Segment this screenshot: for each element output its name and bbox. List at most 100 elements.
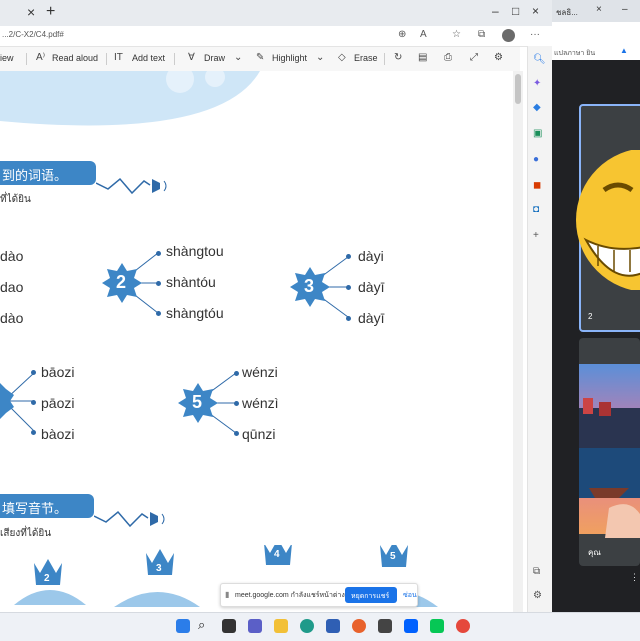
section-title: 到的词语。 bbox=[2, 168, 68, 183]
pinyin-option[interactable]: wénzì bbox=[242, 395, 279, 411]
close-window-icon[interactable]: × bbox=[532, 4, 539, 18]
choice-dot[interactable] bbox=[31, 370, 36, 375]
minimize-icon[interactable]: – bbox=[622, 4, 628, 15]
task-view-icon[interactable] bbox=[222, 619, 236, 633]
favorite-icon[interactable]: ☆ bbox=[452, 29, 461, 40]
participant-name: คุณ bbox=[588, 548, 601, 557]
maximize-icon[interactable]: □ bbox=[512, 4, 519, 18]
divider bbox=[174, 53, 175, 65]
tab-close-icon[interactable]: × bbox=[27, 4, 35, 20]
more-options-icon[interactable]: ⋮ bbox=[630, 572, 639, 583]
screen-share-banner: ▮ meet.google.com กำลังแชร์หน้าต่าง หยุด… bbox=[220, 583, 418, 607]
section-subtitle: ที่ได้ยิน bbox=[0, 194, 31, 205]
read-aloud-icon: A⁾ bbox=[36, 52, 46, 63]
pinyin-option[interactable]: bàozi bbox=[41, 426, 74, 442]
choice-dot[interactable] bbox=[156, 311, 161, 316]
pinyin-option[interactable]: dào bbox=[0, 248, 23, 264]
dropbox-icon[interactable] bbox=[404, 619, 418, 633]
choice-dot[interactable] bbox=[346, 254, 351, 259]
pinyin-option[interactable]: shàngtóu bbox=[166, 305, 224, 321]
add-icon[interactable]: + bbox=[533, 230, 539, 241]
pinyin-option[interactable]: dàyī bbox=[358, 310, 384, 326]
chevron-down-icon[interactable]: ⌄ bbox=[234, 52, 242, 63]
firefox-icon[interactable] bbox=[352, 619, 366, 633]
scrollbar[interactable] bbox=[513, 71, 523, 612]
pinyin-option[interactable]: wénzi bbox=[242, 364, 278, 380]
settings-icon[interactable]: ⚙ bbox=[533, 590, 542, 601]
erase-button[interactable]: Erase bbox=[354, 53, 378, 63]
meet-tab-title[interactable]: ชลธิ... bbox=[556, 6, 578, 19]
chrome-icon[interactable] bbox=[456, 619, 470, 633]
scrollbar-thumb[interactable] bbox=[515, 74, 521, 104]
choice-dot[interactable] bbox=[234, 371, 239, 376]
fit-page-icon[interactable]: ▤ bbox=[418, 52, 427, 63]
print-icon[interactable]: ⎙ bbox=[444, 52, 452, 63]
collections-icon[interactable]: ⧉ bbox=[478, 29, 485, 40]
more-icon[interactable]: ··· bbox=[530, 29, 540, 40]
participant-tile[interactable] bbox=[579, 338, 640, 566]
briefcase-icon[interactable]: ▣ bbox=[533, 128, 542, 139]
add-text-button[interactable]: Add text bbox=[132, 53, 165, 63]
sparkle-icon[interactable]: ✦ bbox=[533, 78, 541, 89]
minimize-icon[interactable]: – bbox=[492, 4, 499, 18]
meet-address-text[interactable]: แปลภาษา ยิน bbox=[554, 48, 595, 59]
people-icon[interactable]: ● bbox=[533, 154, 539, 165]
choice-dot[interactable] bbox=[346, 285, 351, 290]
sidebar-toggle-icon[interactable]: ⧉ bbox=[533, 566, 540, 577]
word-icon[interactable] bbox=[326, 619, 340, 633]
view-button[interactable]: iew bbox=[0, 53, 14, 63]
pinyin-option[interactable]: shàntóu bbox=[166, 274, 216, 290]
profile-avatar[interactable] bbox=[502, 29, 515, 42]
zoom-icon[interactable]: ⊕ bbox=[398, 29, 406, 40]
rotate-icon[interactable]: ↻ bbox=[394, 52, 402, 63]
tag-icon[interactable]: ◆ bbox=[533, 102, 541, 113]
windows-start-icon[interactable] bbox=[176, 619, 190, 633]
file-explorer-icon[interactable] bbox=[274, 619, 288, 633]
stop-sharing-button[interactable]: หยุดการแชร์ bbox=[345, 587, 397, 603]
pinyin-option[interactable]: dào bbox=[0, 310, 23, 326]
highlight-button[interactable]: Highlight bbox=[272, 53, 307, 63]
bookmark-icon[interactable]: ▲ bbox=[620, 46, 628, 55]
teams-icon[interactable] bbox=[248, 619, 262, 633]
question-number: 5 bbox=[192, 392, 203, 412]
choice-dot[interactable] bbox=[234, 431, 239, 436]
office-icon[interactable]: ◼ bbox=[533, 180, 541, 191]
sound-wave-line bbox=[94, 510, 165, 528]
pinyin-option[interactable]: dao bbox=[0, 279, 23, 295]
edge-window: × + – □ × ...2/C-X2/C4.pdf# ⊕ A ☆ ⧉ ··· … bbox=[0, 0, 552, 612]
tab-close-icon[interactable]: × bbox=[596, 4, 602, 15]
settings-icon[interactable]: ⚙ bbox=[494, 52, 503, 63]
choice-dot[interactable] bbox=[31, 400, 36, 405]
pinyin-option[interactable]: pāozi bbox=[41, 395, 74, 411]
choice-dot[interactable] bbox=[156, 251, 161, 256]
read-aloud-button[interactable]: Read aloud bbox=[52, 53, 98, 63]
store-icon[interactable] bbox=[378, 619, 392, 633]
choice-dot[interactable] bbox=[346, 316, 351, 321]
crown-number: 3 bbox=[156, 563, 162, 574]
new-tab-icon[interactable]: + bbox=[46, 3, 55, 21]
expand-icon[interactable]: ⤢ bbox=[470, 52, 478, 63]
pinyin-option[interactable]: dàyī bbox=[358, 279, 384, 295]
pdf-page: 到的词语。 ที่ได้ยิน dào dao dào 2 shàngtou s… bbox=[0, 71, 513, 612]
sound-wave-line bbox=[96, 177, 167, 195]
stop-sharing-label: หยุดการแชร์ bbox=[351, 593, 390, 600]
search-icon[interactable]: ⌕ bbox=[198, 617, 205, 633]
crown-number: 5 bbox=[390, 551, 396, 562]
choice-dot[interactable] bbox=[156, 281, 161, 286]
draw-button[interactable]: Draw bbox=[204, 53, 225, 63]
url-text[interactable]: ...2/C-X2/C4.pdf# bbox=[2, 30, 64, 39]
line-icon[interactable] bbox=[430, 619, 444, 633]
search-icon[interactable]: 🔍︎ bbox=[533, 54, 546, 65]
pinyin-option[interactable]: dàyi bbox=[358, 248, 384, 264]
pinyin-option[interactable]: qūnzi bbox=[242, 426, 275, 442]
pinyin-option[interactable]: shàngtou bbox=[166, 243, 224, 259]
chevron-down-icon[interactable]: ⌄ bbox=[316, 52, 324, 63]
address-bar[interactable]: ...2/C-X2/C4.pdf# ⊕ A ☆ ⧉ ··· bbox=[0, 26, 552, 47]
outlook-icon[interactable]: ◘ bbox=[533, 204, 539, 215]
read-mode-icon[interactable]: A bbox=[420, 29, 427, 40]
pinyin-option[interactable]: bāozi bbox=[41, 364, 74, 380]
choice-dot[interactable] bbox=[31, 430, 36, 435]
edge-icon[interactable] bbox=[300, 619, 314, 633]
choice-dot[interactable] bbox=[234, 401, 239, 406]
hide-button[interactable]: ซ่อน bbox=[403, 590, 417, 601]
